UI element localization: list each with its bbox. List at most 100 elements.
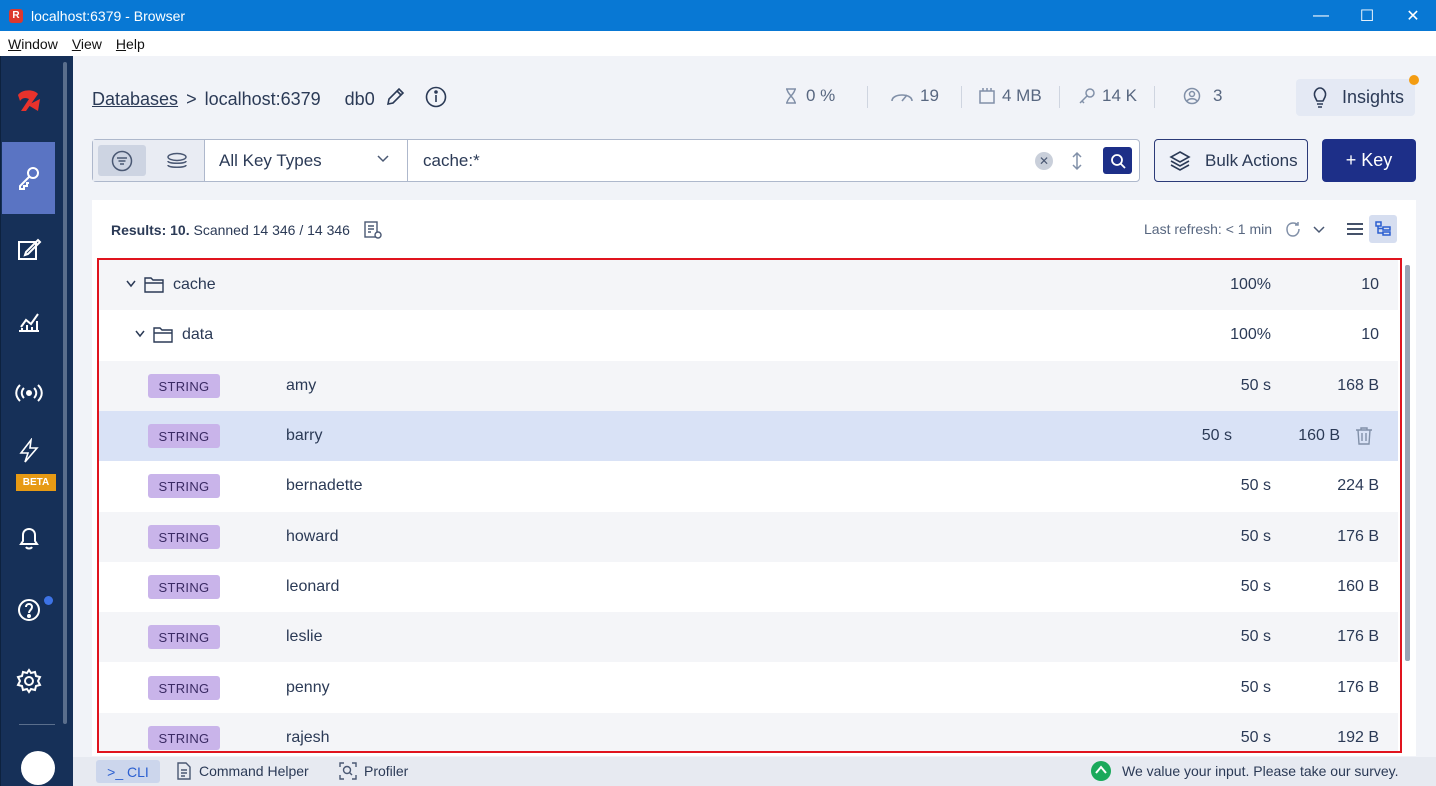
stat-divider <box>867 86 868 108</box>
pubsub-broadcast-icon[interactable] <box>2 357 55 429</box>
minimize-button[interactable]: — <box>1298 0 1344 31</box>
cli-button[interactable]: >_ CLI <box>96 760 160 783</box>
profiler-label: Profiler <box>364 763 409 779</box>
delete-trash-icon[interactable] <box>1354 426 1374 446</box>
stat-divider <box>1059 86 1060 108</box>
key-type-badge: STRING <box>148 625 220 649</box>
menu-view[interactable]: View <box>72 36 102 52</box>
key-tree: cache 100% 10 data 100% 10 STRING amy 50… <box>97 258 1402 753</box>
keys-stat: 14 K <box>1078 86 1137 106</box>
key-size: 176 B <box>1337 628 1379 645</box>
chevron-down-icon <box>377 155 389 163</box>
chevron-down-icon[interactable] <box>126 280 136 288</box>
key-name: penny <box>286 679 330 696</box>
key-type-badge: STRING <box>148 676 220 700</box>
cpu-hourglass-icon <box>786 88 796 104</box>
breadcrumb: Databases > localhost:6379 db0 <box>92 86 447 113</box>
sidebar-scrollbar[interactable] <box>63 62 67 724</box>
search-icon <box>1110 153 1126 169</box>
key-name: howard <box>286 528 339 545</box>
key-row-selected[interactable]: STRING barry 50 s 160 B <box>99 411 1398 461</box>
folder-icon <box>144 277 164 293</box>
help-icon[interactable] <box>2 574 55 646</box>
survey-link[interactable]: We value your input. Please take our sur… <box>1090 760 1399 782</box>
window-title: localhost:6379 - Browser <box>31 7 186 24</box>
key-pattern-search-input[interactable] <box>423 148 1023 174</box>
command-helper-label: Command Helper <box>199 763 309 779</box>
databases-link[interactable]: Databases <box>92 89 178 110</box>
key-size: 192 B <box>1337 729 1379 746</box>
folder-percent: 100% <box>1230 276 1271 293</box>
folder-row-data[interactable]: data 100% 10 <box>99 310 1398 360</box>
key-row[interactable]: STRING rajesh 50 s 192 B <box>99 713 1398 751</box>
maximize-button[interactable]: ☐ <box>1344 0 1390 31</box>
github-icon[interactable] <box>21 751 55 785</box>
bottom-bar: >_ CLI Command Helper Profiler We value … <box>73 757 1436 786</box>
clear-search-icon[interactable]: ✕ <box>1035 152 1053 170</box>
info-icon[interactable] <box>425 86 447 113</box>
key-size: 160 B <box>1337 578 1379 595</box>
bulk-actions-button[interactable]: Bulk Actions <box>1154 139 1308 182</box>
key-type-badge: STRING <box>148 374 220 398</box>
clients-stat: 3 <box>1183 86 1222 106</box>
profiler-button[interactable]: Profiler <box>339 762 408 780</box>
key-row[interactable]: STRING leslie 50 s 176 B <box>99 612 1398 662</box>
analysis-chart-icon[interactable] <box>2 286 55 358</box>
key-size: 176 B <box>1337 679 1379 696</box>
stat-divider <box>1154 86 1155 108</box>
key-list-scrollbar[interactable] <box>1405 265 1410 661</box>
database-host: localhost:6379 <box>204 89 321 109</box>
document-icon <box>177 762 191 780</box>
command-helper-button[interactable]: Command Helper <box>176 762 309 780</box>
auto-refresh-chevron-icon[interactable] <box>1313 225 1325 235</box>
clients-value: 3 <box>1213 86 1223 105</box>
results-count: 10. <box>170 222 190 238</box>
settings-gear-icon[interactable] <box>2 645 55 717</box>
folder-name: cache <box>173 276 216 293</box>
menu-window[interactable]: Window <box>8 36 58 52</box>
menu-help[interactable]: Help <box>116 36 145 52</box>
key-row[interactable]: STRING leonard 50 s 160 B <box>99 562 1398 612</box>
key-ttl: 50 s <box>1240 477 1271 494</box>
tree-view-icon[interactable] <box>1369 215 1397 243</box>
notifications-bell-icon[interactable] <box>2 502 55 574</box>
folder-key-count: 10 <box>1361 276 1379 293</box>
key-row[interactable]: STRING penny 50 s 176 B <box>99 663 1398 713</box>
sidebar-divider <box>19 724 55 725</box>
key-name: bernadette <box>286 477 363 494</box>
edit-pencil-icon[interactable] <box>385 87 405 112</box>
add-key-button[interactable]: + Key <box>1322 139 1416 182</box>
key-type-badge: STRING <box>148 474 220 498</box>
insights-button[interactable]: Insights <box>1296 79 1415 116</box>
redisearch-icon[interactable] <box>153 145 201 176</box>
pattern-filter-icon[interactable] <box>98 145 146 176</box>
key-type-badge: STRING <box>148 525 220 549</box>
workbench-icon[interactable] <box>2 214 55 286</box>
expand-vertical-icon[interactable] <box>1070 151 1084 171</box>
scan-settings-icon[interactable] <box>363 220 383 240</box>
chevron-down-icon[interactable] <box>135 330 145 338</box>
key-row[interactable]: STRING howard 50 s 176 B <box>99 512 1398 562</box>
key-row[interactable]: STRING bernadette 50 s 224 B <box>99 461 1398 511</box>
keys-value: 14 K <box>1102 86 1137 105</box>
key-ttl: 50 s <box>1201 427 1232 444</box>
bulk-actions-label: Bulk Actions <box>1205 150 1298 170</box>
browser-key-icon[interactable] <box>2 142 55 214</box>
key-type-select[interactable]: All Key Types <box>206 140 408 181</box>
folder-icon <box>153 327 173 343</box>
refresh-icon[interactable] <box>1285 221 1302 238</box>
folder-name: data <box>182 326 214 343</box>
memory-chip-icon <box>979 88 995 104</box>
folder-row-cache[interactable]: cache 100% 10 <box>99 260 1398 310</box>
list-view-icon[interactable] <box>1341 215 1369 243</box>
triggers-lightning-icon[interactable] <box>2 428 55 474</box>
insights-label: Insights <box>1342 87 1405 107</box>
key-row[interactable]: STRING amy 50 s 168 B <box>99 361 1398 411</box>
cpu-value: 0 % <box>806 86 836 105</box>
title-bar: R localhost:6379 - Browser — ☐ ✕ <box>0 0 1436 31</box>
sidebar: BETA <box>0 56 73 786</box>
close-button[interactable]: ✕ <box>1390 0 1436 31</box>
search-button[interactable] <box>1103 147 1132 174</box>
breadcrumb-separator: > <box>186 89 197 109</box>
redis-logo-icon[interactable] <box>2 66 55 138</box>
